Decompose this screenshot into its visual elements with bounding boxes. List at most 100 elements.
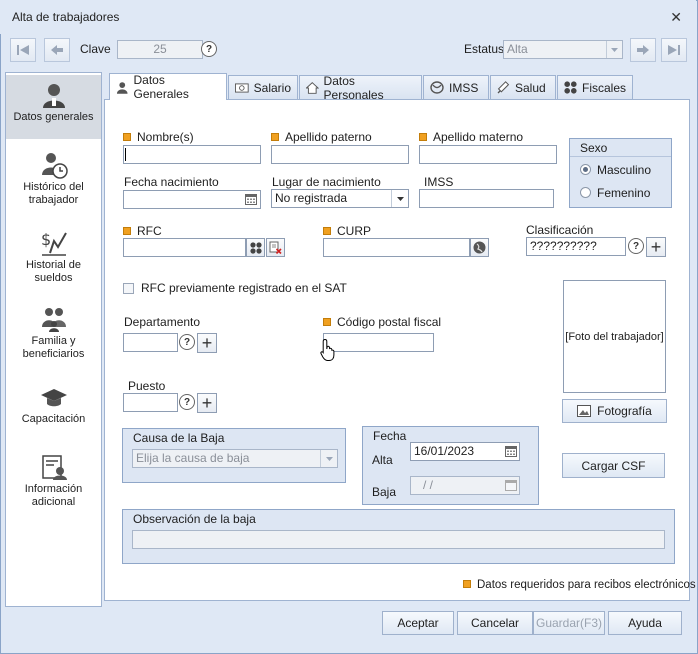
skip-last-icon [668,45,680,55]
rfc-label: RFC [123,224,162,238]
sidebar: Datos generales Histórico del trabajador… [5,72,102,607]
sidebar-item-familia[interactable]: Familia y beneficiarios [6,305,101,365]
departamento-add-button[interactable]: + [197,333,217,353]
fotografia-button[interactable]: Fotografía [562,399,667,423]
radio-femenino[interactable]: Femenino [580,186,650,200]
sidebar-item-historial-sueldos[interactable]: $ Historial de sueldos [6,229,101,289]
alta-label: Alta [372,453,393,467]
sidebar-item-label: Información adicional [24,483,83,508]
sidebar-item-capacitacion[interactable]: Capacitación [6,383,101,429]
clave-label: Clave [80,42,111,56]
radio-dot-icon [580,164,591,175]
departamento-label: Departamento [124,315,201,329]
rfc-generate-button[interactable] [246,238,265,257]
aceptar-button[interactable]: Aceptar [382,611,454,635]
radio-dot-icon [580,187,591,198]
tab-datos-personales[interactable]: Datos Personales [299,74,422,102]
tab-datos-generales[interactable]: Datos Generales [109,73,227,101]
tab-label: Fiscales [581,80,626,95]
tab-imss[interactable]: IMSS [423,75,489,99]
observacion-group: Observación de la baja [122,509,675,564]
clasificacion-input[interactable]: ?????????? [526,237,626,256]
departamento-help-icon[interactable]: ? [179,334,195,350]
guardar-button[interactable]: Guardar(F3) [533,611,605,635]
plus-icon: + [650,237,662,257]
next-record-button[interactable] [630,38,656,62]
rfc-sat-label: RFC previamente registrado en el SAT [141,281,347,295]
ayuda-button[interactable]: Ayuda [608,611,682,635]
hand-cursor-icon [320,338,335,361]
chevron-down-icon [320,450,337,467]
lugar-nacimiento-select[interactable]: No registrada [271,189,409,208]
footer-bar: Aceptar Cancelar Guardar(F3) Ayuda [6,607,692,647]
close-icon[interactable]: ✕ [670,9,682,26]
imss-input[interactable] [419,189,554,208]
apellido-paterno-input[interactable] [271,145,409,164]
radio-masculino[interactable]: Masculino [580,163,651,177]
estatus-value: Alta [507,42,528,56]
clave-input[interactable]: 25 [117,40,203,59]
imss-icon [430,81,444,94]
tab-salud[interactable]: Salud [490,75,556,99]
rfc-input[interactable] [123,238,246,257]
chevron-down-icon [391,190,408,207]
cargar-csf-button[interactable]: Cargar CSF [562,453,665,478]
causa-baja-group: Causa de la Baja Elija la causa de baja [122,428,346,483]
tab-salario[interactable]: Salario [228,75,298,99]
sidebar-item-informacion-adicional[interactable]: Información adicional [6,453,101,513]
clasificacion-help-icon[interactable]: ? [628,238,644,254]
clasificacion-add-button[interactable]: + [646,237,666,257]
departamento-input[interactable] [123,333,178,352]
baja-label: Baja [372,485,397,499]
apellido-materno-input[interactable] [419,145,557,164]
curp-lookup-button[interactable] [470,238,489,257]
family-icon [41,308,66,332]
id-card-icon [41,455,67,480]
clave-help-icon[interactable]: ? [201,41,217,57]
sidebar-item-historico[interactable]: Histórico del trabajador [6,151,101,211]
puesto-add-button[interactable]: + [197,393,217,413]
curp-input[interactable] [323,238,470,257]
person-clock-icon [41,153,68,179]
last-record-button[interactable] [661,38,687,62]
required-marker [271,133,279,141]
sidebar-item-datos-generales[interactable]: Datos generales [6,75,101,139]
estatus-select[interactable]: Alta [503,40,623,59]
tab-fiscales[interactable]: Fiscales [557,75,633,99]
nombre-input[interactable] [123,145,261,164]
puesto-help-icon[interactable]: ? [179,394,195,410]
tab-label: IMSS [449,80,479,95]
observacion-input[interactable] [132,530,665,549]
image-icon [577,405,592,417]
first-record-button[interactable] [10,38,36,62]
fecha-nacimiento-input[interactable] [123,190,261,209]
syringe-icon [497,81,510,94]
codigo-postal-label: Código postal fiscal [323,315,441,329]
apellido-paterno-label: Apellido paterno [271,130,372,144]
nombre-label: Nombre(s) [123,130,194,144]
money-chart-icon: $ [41,230,67,256]
required-marker [123,133,131,141]
chevron-down-icon [606,41,622,58]
causa-baja-select[interactable]: Elija la causa de baja [132,449,338,468]
svg-text:$: $ [41,230,51,249]
calendar-icon[interactable] [243,192,259,207]
text-cursor [125,148,126,161]
cancelar-button[interactable]: Cancelar [457,611,533,635]
checkbox-icon [123,282,134,294]
arrow-right-icon [637,45,649,55]
graduation-cap-icon [40,389,67,407]
calendar-icon[interactable] [502,443,519,460]
grid-icon [564,81,577,94]
previous-record-button[interactable] [44,38,70,62]
puesto-input[interactable] [123,393,178,412]
money-icon [235,82,249,93]
required-marker [123,227,131,235]
rfc-sat-checkbox[interactable]: RFC previamente registrado en el SAT [123,281,347,295]
calendar-icon[interactable] [502,477,519,494]
codigo-postal-input[interactable] [323,333,434,352]
rfc-clear-button[interactable] [266,238,285,257]
title-bar: Alta de trabajadores ✕ [0,0,696,34]
sexo-title: Sexo [570,139,671,157]
imss-label: IMSS [424,175,454,189]
